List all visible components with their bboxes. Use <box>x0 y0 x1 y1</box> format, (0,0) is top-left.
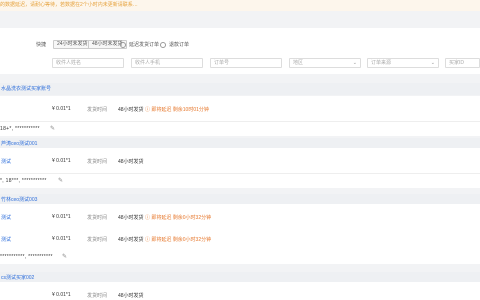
ship-label: 发货时间 <box>87 159 108 165</box>
quick-label: 快捷 <box>36 42 47 48</box>
region-select-label: 地区 <box>293 60 304 66</box>
edit-icon[interactable]: ✎ <box>58 177 63 184</box>
ship-label: 发货时间 <box>87 215 108 221</box>
recipient-phone-input[interactable]: 收件人手机 <box>131 58 203 68</box>
ship-value: 48小时发货 <box>118 107 144 113</box>
shop-header[interactable]: 水晶洗衣测试买家账号 <box>0 83 480 95</box>
chip-24h[interactable]: 24小时未发货 <box>53 40 92 49</box>
notice-banner: 的数据延迟，请耐心等待，若数据在2个小时内未更新请联系… <box>0 0 480 11</box>
address-text: ***********, *********** <box>0 254 53 260</box>
radio-icon <box>160 41 166 48</box>
order-row[interactable]: 测试 ¥ 0.01*1 发货时间 48小时发货 ⓘ 即将延迟 剩余0小时32分钟 <box>0 226 480 252</box>
filter-panel: 快捷 24小时未发货 48小时未发货 延迟发货订单 退款订单 收件人姓名 收件人… <box>0 28 480 74</box>
region-select[interactable]: 地区 ⌄ <box>289 58 361 68</box>
address-text: *, 18***, *********** <box>0 178 47 184</box>
ship-value: 48小时发货 <box>118 293 144 299</box>
checkbox-delayed[interactable]: 延迟发货订单 <box>120 41 159 48</box>
price: ¥ 0.01*1 <box>52 292 71 298</box>
address-row: 18+*, *********** ✎ <box>0 122 480 136</box>
radio-icon <box>120 41 126 48</box>
product-name[interactable]: 测试 <box>1 158 11 165</box>
order-row[interactable]: 测试 ¥ 0.01*1 发货时间 48小时发货 <box>0 148 480 174</box>
address-row: *, 18***, *********** ✎ <box>0 174 480 188</box>
ship-value: 48小时发货 <box>118 215 144 221</box>
checkbox-refund[interactable]: 退款订单 <box>160 41 189 48</box>
ship-value: 48小时发货 <box>118 159 144 165</box>
edit-icon[interactable]: ✎ <box>62 253 67 260</box>
product-name[interactable]: 测试 <box>1 214 11 221</box>
order-row[interactable]: ¥ 0.01*1 发货时间 48小时发货 <box>0 282 480 300</box>
order-source-select[interactable]: 订单来源 ⌄ <box>367 58 439 68</box>
recipient-name-input[interactable]: 收件人姓名 <box>52 58 124 68</box>
chevron-down-icon: ⌄ <box>352 60 357 66</box>
checkbox-refund-label: 退款订单 <box>169 42 190 48</box>
order-row[interactable]: ¥ 0.01*1 发货时间 48小时发货 ⓘ 即将延迟 剩余10时01分钟 <box>0 96 480 122</box>
address-row: ***********, *********** ✎ <box>0 250 480 264</box>
delay-warning: ⓘ 即将延迟 剩余0小时32分钟 <box>145 237 212 243</box>
edit-icon[interactable]: ✎ <box>50 125 55 132</box>
price: ¥ 0.01*1 <box>52 158 71 164</box>
product-name[interactable]: 测试 <box>1 236 11 243</box>
checkbox-delayed-label: 延迟发货订单 <box>129 42 160 48</box>
chevron-down-icon: ⌄ <box>430 60 435 66</box>
order-number-input[interactable]: 订单号 <box>210 58 282 68</box>
order-source-label: 订单来源 <box>371 60 392 66</box>
ship-label: 发货时间 <box>87 293 108 299</box>
quick-filter-row: 快捷 24小时未发货 48小时未发货 延迟发货订单 退款订单 <box>0 40 480 50</box>
ship-label: 发货时间 <box>87 237 108 243</box>
price: ¥ 0.01*1 <box>52 106 71 112</box>
delay-warning: ⓘ 即将延迟 剩余10时01分钟 <box>145 107 209 113</box>
price: ¥ 0.01*1 <box>52 214 71 220</box>
ship-label: 发货时间 <box>87 107 108 113</box>
delay-warning: ⓘ 即将延迟 剩余0小时32分钟 <box>145 215 212 221</box>
buyer-id-input[interactable]: 买家ID <box>445 58 480 68</box>
ship-value: 48小时发货 <box>118 237 144 243</box>
address-text: 18+*, *********** <box>0 126 40 132</box>
price: ¥ 0.01*1 <box>52 236 71 242</box>
